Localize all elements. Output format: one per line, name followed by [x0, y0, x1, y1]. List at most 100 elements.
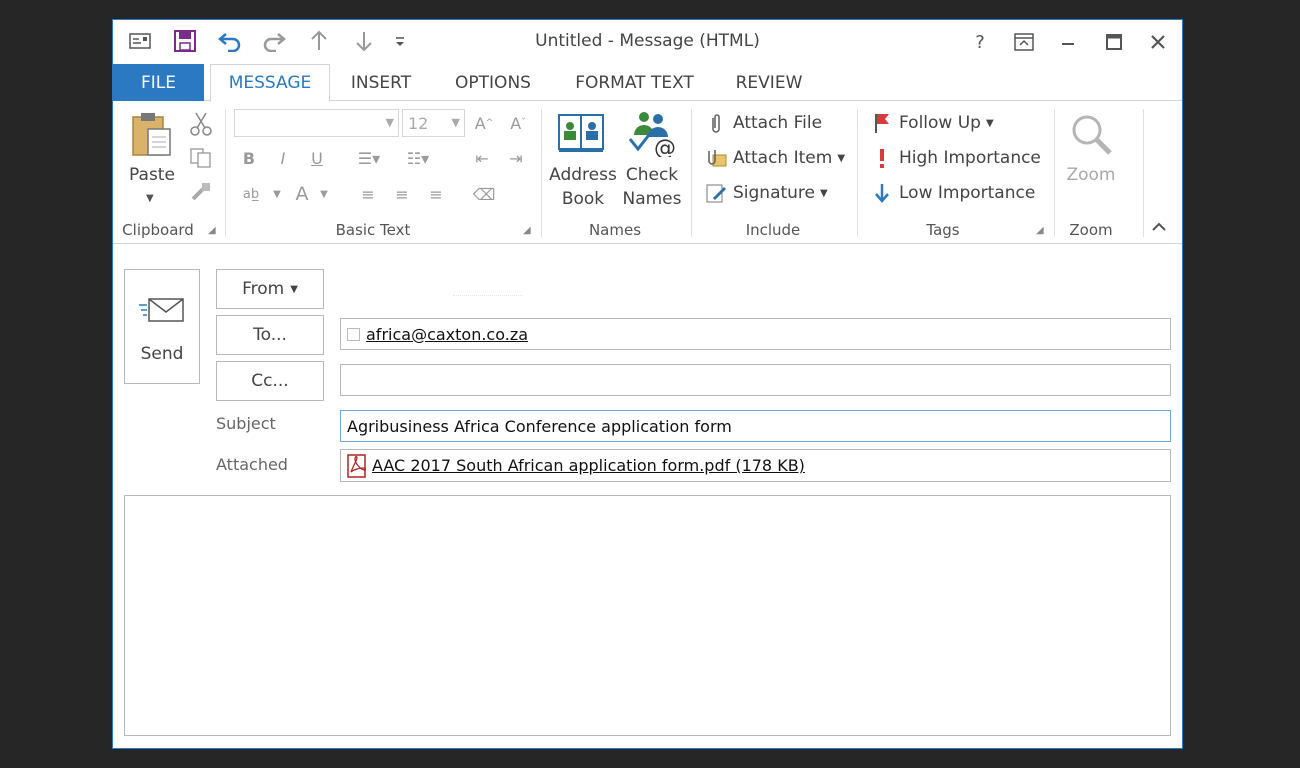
tab-message[interactable]: MESSAGE	[210, 64, 330, 102]
cc-field[interactable]	[340, 364, 1171, 396]
separator	[541, 109, 542, 237]
font-name-combo[interactable]: ▼	[234, 109, 399, 137]
follow-up-button[interactable]: Follow Up ▼	[870, 111, 994, 135]
underline-icon[interactable]: U	[306, 147, 328, 169]
down-arrow-icon[interactable]	[351, 28, 377, 54]
group-label-include: Include	[745, 221, 801, 239]
tab-options[interactable]: OPTIONS	[438, 64, 548, 101]
up-arrow-icon[interactable]	[306, 28, 332, 54]
address-book-button[interactable]: Address Book	[545, 163, 621, 211]
tab-insert[interactable]: INSERT	[338, 64, 424, 101]
group-label-clipboard: Clipboard	[122, 221, 194, 239]
zoom-icon[interactable]	[1068, 111, 1116, 163]
close-icon[interactable]	[1143, 28, 1173, 56]
collapse-ribbon-icon[interactable]	[1151, 219, 1167, 238]
ribbon: Paste ▼ Clipboard ◢ ▼ 12 ▼ A ^ Aˇ B I U ☰▾…	[113, 101, 1182, 244]
save-icon[interactable]	[172, 28, 198, 54]
clear-formatting-icon[interactable]: ⌫	[473, 183, 496, 205]
attach-file-button[interactable]: Attach File	[704, 111, 822, 135]
copy-icon[interactable]	[189, 147, 213, 173]
pdf-icon	[346, 453, 368, 478]
ribbon-tabs: FILE MESSAGE INSERT OPTIONS FORMAT TEXT …	[113, 64, 1182, 102]
low-importance-button[interactable]: Low Importance	[870, 181, 1035, 205]
attachment-link[interactable]: AAC 2017 South African application form.…	[372, 456, 805, 475]
bullets-icon[interactable]: ☰▾	[354, 147, 384, 169]
attached-label: Attached	[216, 455, 288, 474]
bold-icon[interactable]: B	[238, 147, 260, 169]
attach-file-label: Attach File	[733, 113, 823, 133]
align-left-icon[interactable]: ≡	[357, 183, 379, 205]
signature-icon	[704, 181, 728, 205]
separator	[1054, 109, 1055, 237]
title-bar: Untitled - Message (HTML) ?	[113, 20, 1182, 64]
zoom-button[interactable]: Zoom	[1058, 163, 1124, 187]
low-importance-label: Low Importance	[899, 183, 1036, 203]
paste-icon[interactable]	[130, 111, 174, 163]
tab-format-text[interactable]: FORMAT TEXT	[563, 64, 706, 101]
customize-icon[interactable]	[387, 28, 413, 54]
signature-label: Signature	[733, 183, 816, 203]
basic-text-launcher-icon[interactable]: ◢	[523, 225, 535, 237]
address-book-icon[interactable]	[556, 111, 608, 159]
paperclip-icon	[704, 111, 728, 135]
separator	[225, 109, 226, 237]
recipient-checkbox[interactable]	[347, 327, 360, 341]
highlight-dropdown-icon[interactable]: ▼	[266, 183, 288, 205]
subject-label: Subject	[216, 414, 276, 433]
decrease-indent-icon[interactable]: ⇤	[471, 147, 493, 169]
paste-dropdown-icon[interactable]: ▼	[146, 193, 154, 204]
maximize-icon[interactable]	[1099, 28, 1129, 56]
help-button[interactable]: ?	[965, 28, 995, 56]
envelope-icon[interactable]	[127, 28, 153, 54]
font-size-combo[interactable]: 12 ▼	[402, 109, 465, 137]
minimize-icon[interactable]	[1053, 28, 1083, 56]
paste-button[interactable]: Paste	[123, 163, 181, 187]
increase-indent-icon[interactable]: ⇥	[505, 147, 527, 169]
align-right-icon[interactable]: ≡	[425, 183, 447, 205]
attach-item-dropdown-icon: ▼	[837, 152, 846, 164]
tags-launcher-icon[interactable]: ◢	[1036, 225, 1048, 237]
cc-button[interactable]: Cc...	[216, 361, 324, 401]
shrink-font-icon[interactable]: Aˇ	[507, 112, 529, 134]
check-names-icon[interactable]: @	[626, 109, 678, 161]
follow-up-label: Follow Up	[899, 113, 981, 133]
clipboard-launcher-icon[interactable]: ◢	[208, 225, 220, 237]
undo-icon[interactable]	[217, 28, 243, 54]
numbering-icon[interactable]: ☷▾	[403, 147, 433, 169]
highlight-icon[interactable]: ab̲	[236, 183, 266, 205]
separator	[857, 109, 858, 237]
font-size-value: 12	[408, 113, 429, 133]
to-button[interactable]: To...	[216, 315, 324, 355]
grow-font-icon[interactable]: A ^	[473, 112, 495, 134]
tab-review[interactable]: REVIEW	[723, 64, 815, 101]
tab-file[interactable]: FILE	[113, 64, 204, 101]
from-button[interactable]: From ▼	[216, 269, 324, 309]
flag-icon	[870, 111, 894, 135]
high-importance-icon	[870, 146, 894, 170]
cut-icon[interactable]	[189, 111, 213, 141]
check-names-button[interactable]: Check Names	[619, 163, 685, 211]
separator	[691, 109, 692, 237]
font-color-icon[interactable]: A	[291, 183, 313, 205]
follow-up-dropdown-icon: ▼	[985, 117, 994, 129]
group-label-names: Names	[588, 221, 642, 239]
font-color-dropdown-icon[interactable]: ▼	[313, 183, 335, 205]
send-button[interactable]: Send	[124, 269, 200, 384]
from-label: From	[242, 279, 285, 299]
attach-item-icon	[704, 146, 728, 170]
align-center-icon[interactable]: ≡	[391, 183, 413, 205]
address-book-label-line2: Book	[561, 189, 605, 209]
subject-field[interactable]: Agribusiness Africa Conference applicati…	[340, 410, 1171, 442]
address-book-label-line1: Address	[549, 165, 617, 185]
to-field[interactable]: africa@caxton.co.za	[340, 318, 1171, 350]
to-recipient[interactable]: africa@caxton.co.za	[366, 325, 528, 344]
ribbon-display-options-icon[interactable]	[1009, 28, 1039, 56]
high-importance-button[interactable]: High Importance	[870, 146, 1041, 170]
signature-button[interactable]: Signature ▼	[704, 181, 828, 205]
redo-icon[interactable]	[261, 28, 287, 54]
italic-icon[interactable]: I	[272, 147, 294, 169]
attach-item-button[interactable]: Attach Item ▼	[704, 146, 845, 170]
message-body[interactable]	[124, 495, 1171, 736]
check-names-label-line2: Names	[622, 189, 682, 209]
format-painter-icon[interactable]	[189, 181, 213, 207]
